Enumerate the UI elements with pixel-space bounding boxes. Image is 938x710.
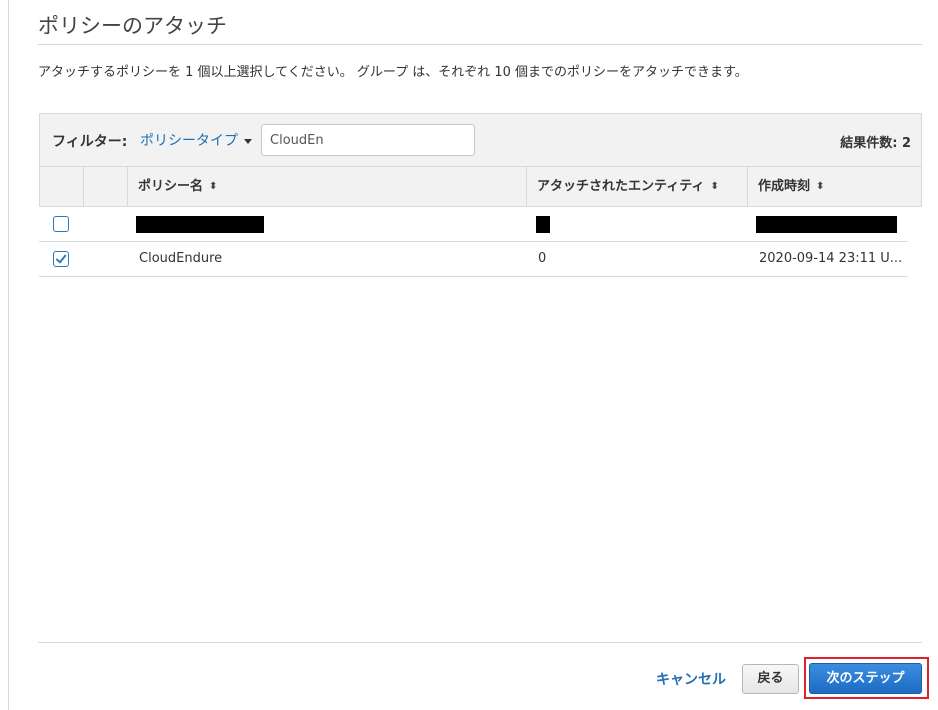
table-row[interactable] xyxy=(39,207,908,242)
sort-icon: ⬍ xyxy=(209,180,218,192)
redacted-entities xyxy=(536,216,550,233)
caret-down-icon xyxy=(244,138,252,144)
row-checkbox-checked[interactable] xyxy=(53,251,69,267)
policy-type-label: ポリシータイプ xyxy=(140,133,238,149)
attach-policy-page: ポリシーのアタッチ アタッチするポリシーを 1 個以上選択してください。 グルー… xyxy=(0,0,938,710)
sort-icon: ⬍ xyxy=(816,180,825,192)
checkmark-icon xyxy=(56,254,67,264)
column-header-policy-name[interactable]: ポリシー名 ⬍ xyxy=(127,167,526,206)
page-description: アタッチするポリシーを 1 個以上選択してください。 グループ は、それぞれ 1… xyxy=(38,65,748,80)
redacted-policy-name xyxy=(136,216,264,233)
cancel-link[interactable]: キャンセル xyxy=(656,669,726,689)
filter-search-input[interactable] xyxy=(261,124,475,156)
result-count: 結果件数: 2 xyxy=(840,136,911,151)
title-divider xyxy=(38,44,922,45)
created-time-cell: 2020-09-14 23:11 U... xyxy=(759,251,903,266)
table-header: ポリシー名 ⬍ アタッチされたエンティティ ⬍ 作成時刻 ⬍ xyxy=(39,167,922,207)
filter-bar: フィルター: ポリシータイプ 結果件数: 2 xyxy=(39,113,922,167)
row-checkbox[interactable] xyxy=(53,216,69,232)
redacted-created-time xyxy=(756,216,897,233)
column-header-created-time[interactable]: 作成時刻 ⬍ xyxy=(747,167,922,206)
page-title: ポリシーのアタッチ xyxy=(38,14,227,38)
footer-divider xyxy=(38,642,922,643)
sort-icon: ⬍ xyxy=(710,180,719,192)
policy-name-link[interactable]: CloudEndure xyxy=(139,242,222,276)
policy-type-dropdown[interactable]: ポリシータイプ xyxy=(140,130,252,150)
left-divider xyxy=(8,0,9,710)
header-spacer xyxy=(83,167,127,206)
column-header-attached-entities[interactable]: アタッチされたエンティティ ⬍ xyxy=(526,167,747,206)
filter-label: フィルター: xyxy=(52,134,128,150)
table-row[interactable]: CloudEndure 0 2020-09-14 23:11 U... xyxy=(39,242,908,277)
next-step-button[interactable]: 次のステップ xyxy=(809,663,922,694)
back-button[interactable]: 戻る xyxy=(742,664,799,694)
attached-entities-cell: 0 xyxy=(538,251,547,266)
